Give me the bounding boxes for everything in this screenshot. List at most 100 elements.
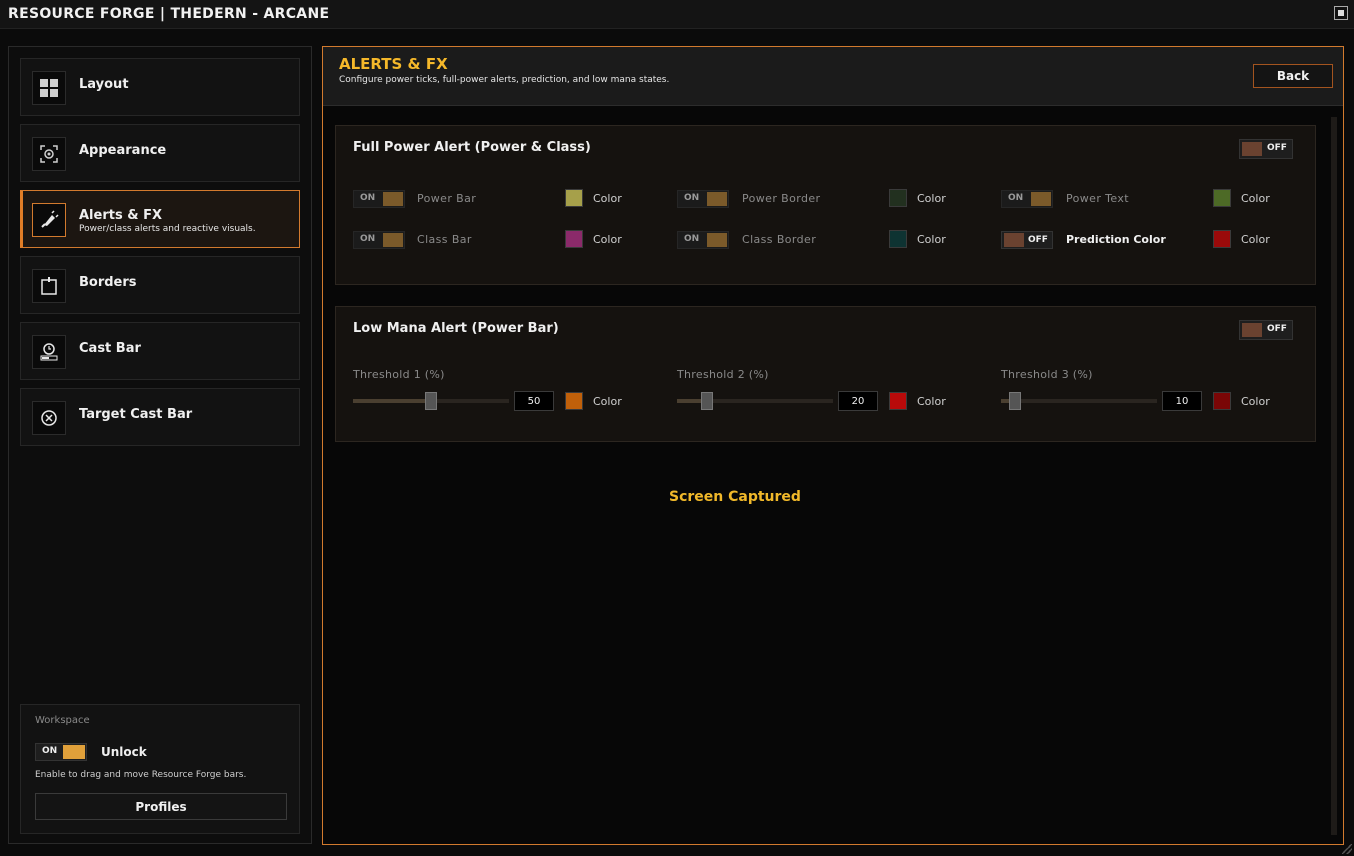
toggle-state: OFF: [1028, 235, 1048, 245]
class-bar-label: Class Bar: [417, 233, 472, 246]
prediction-color-toggle[interactable]: OFF: [1001, 231, 1053, 249]
bell-icon: [32, 203, 66, 237]
toggle-knob: [707, 233, 727, 247]
power-bar-label: Power Bar: [417, 192, 477, 205]
page-title: ALERTS & FX: [339, 55, 448, 73]
class-bar-color-swatch[interactable]: [565, 230, 583, 248]
toggle-knob: [1242, 142, 1262, 156]
power-text-label: Power Text: [1066, 192, 1130, 205]
full-power-toggle[interactable]: OFF: [1239, 139, 1293, 159]
threshold-2-color-swatch[interactable]: [889, 392, 907, 410]
class-bar-toggle[interactable]: ON: [353, 231, 405, 249]
unlock-toggle[interactable]: ON: [35, 743, 87, 761]
unlock-label: Unlock: [101, 745, 147, 759]
color-label: Color: [593, 233, 622, 246]
threshold-1-color-swatch[interactable]: [565, 392, 583, 410]
sidebar-item-label: Target Cast Bar: [79, 407, 193, 422]
back-button[interactable]: Back: [1253, 64, 1333, 88]
grid-icon: [32, 71, 66, 105]
sidebar-item-alerts-fx[interactable]: Alerts & FX Power/class alerts and react…: [20, 190, 300, 248]
threshold-3-slider[interactable]: [1001, 392, 1157, 410]
power-border-color-swatch[interactable]: [889, 189, 907, 207]
toggle-state: ON: [1008, 193, 1024, 203]
prediction-color-label: Prediction Color: [1066, 233, 1166, 246]
class-border-label: Class Border: [742, 233, 817, 246]
section-title: Full Power Alert (Power & Class): [353, 140, 591, 155]
toggle-knob: [383, 192, 403, 206]
full-power-alert-section: Full Power Alert (Power & Class) OFF ON …: [335, 125, 1316, 285]
toggle-state: ON: [360, 234, 376, 244]
page-header: ALERTS & FX Configure power ticks, full-…: [323, 47, 1343, 106]
scrollbar[interactable]: [1331, 117, 1337, 835]
target-icon: [32, 401, 66, 435]
toggle-knob: [63, 745, 85, 759]
low-mana-alert-section: Low Mana Alert (Power Bar) OFF Threshold…: [335, 306, 1316, 442]
color-label: Color: [1241, 192, 1270, 205]
page-subtitle: Configure power ticks, full-power alerts…: [339, 75, 670, 85]
threshold-2-label: Threshold 2 (%): [677, 368, 769, 381]
color-label: Color: [917, 192, 946, 205]
toggle-knob: [1031, 192, 1051, 206]
border-icon: [32, 269, 66, 303]
sidebar-item-label: Layout: [79, 77, 129, 92]
toggle-state: ON: [684, 193, 700, 203]
sidebar-item-label: Cast Bar: [79, 341, 141, 356]
color-label: Color: [917, 395, 946, 408]
toggle-state: OFF: [1267, 324, 1287, 334]
power-border-toggle[interactable]: ON: [677, 190, 729, 208]
threshold-1-value[interactable]: 50: [514, 391, 554, 411]
toggle-knob: [1004, 233, 1024, 247]
threshold-1-slider[interactable]: [353, 392, 509, 410]
sidebar: Layout Appearance Alerts & FX Power/clas…: [8, 46, 312, 844]
sidebar-item-description: Power/class alerts and reactive visuals.: [79, 224, 256, 234]
power-bar-color-swatch[interactable]: [565, 189, 583, 207]
power-text-color-swatch[interactable]: [1213, 189, 1231, 207]
toggle-state: ON: [360, 193, 376, 203]
sidebar-item-layout[interactable]: Layout: [20, 58, 300, 116]
sidebar-item-label: Appearance: [79, 143, 167, 158]
prediction-color-swatch[interactable]: [1213, 230, 1231, 248]
sidebar-item-cast-bar[interactable]: Cast Bar: [20, 322, 300, 380]
power-border-label: Power Border: [742, 192, 821, 205]
toggle-state: ON: [42, 746, 58, 756]
color-label: Color: [593, 395, 622, 408]
palette-icon: [32, 137, 66, 171]
workspace-panel: Workspace ON Unlock Enable to drag and m…: [20, 704, 300, 834]
color-label: Color: [1241, 395, 1270, 408]
threshold-2-slider[interactable]: [677, 392, 833, 410]
color-label: Color: [917, 233, 946, 246]
title-bar: RESOURCE FORGE | THEDERN - ARCANE: [0, 0, 1354, 29]
toggle-state: OFF: [1267, 143, 1287, 153]
sidebar-item-label: Borders: [79, 275, 137, 290]
threshold-3-color-swatch[interactable]: [1213, 392, 1231, 410]
slider-thumb[interactable]: [1009, 392, 1021, 410]
class-border-toggle[interactable]: ON: [677, 231, 729, 249]
toggle-knob: [1242, 323, 1262, 337]
slider-fill: [353, 399, 431, 403]
status-text: Screen Captured: [669, 489, 801, 505]
power-bar-toggle[interactable]: ON: [353, 190, 405, 208]
section-title: Low Mana Alert (Power Bar): [353, 321, 559, 336]
window-title: RESOURCE FORGE | THEDERN - ARCANE: [8, 6, 330, 22]
sidebar-item-target-cast-bar[interactable]: Target Cast Bar: [20, 388, 300, 446]
sidebar-item-borders[interactable]: Borders: [20, 256, 300, 314]
class-border-color-swatch[interactable]: [889, 230, 907, 248]
toggle-knob: [707, 192, 727, 206]
color-label: Color: [1241, 233, 1270, 246]
resize-grip-icon[interactable]: [1342, 844, 1352, 854]
workspace-heading: Workspace: [35, 715, 90, 726]
toggle-knob: [383, 233, 403, 247]
slider-thumb[interactable]: [701, 392, 713, 410]
main-panel: ALERTS & FX Configure power ticks, full-…: [322, 46, 1344, 845]
sidebar-item-appearance[interactable]: Appearance: [20, 124, 300, 182]
power-text-toggle[interactable]: ON: [1001, 190, 1053, 208]
threshold-2-value[interactable]: 20: [838, 391, 878, 411]
toggle-state: ON: [684, 234, 700, 244]
unlock-description: Enable to drag and move Resource Forge b…: [35, 770, 247, 780]
threshold-3-value[interactable]: 10: [1162, 391, 1202, 411]
sidebar-item-label: Alerts & FX: [79, 208, 162, 223]
profiles-button[interactable]: Profiles: [35, 793, 287, 820]
maximize-icon[interactable]: [1334, 6, 1348, 20]
low-mana-toggle[interactable]: OFF: [1239, 320, 1293, 340]
slider-thumb[interactable]: [425, 392, 437, 410]
